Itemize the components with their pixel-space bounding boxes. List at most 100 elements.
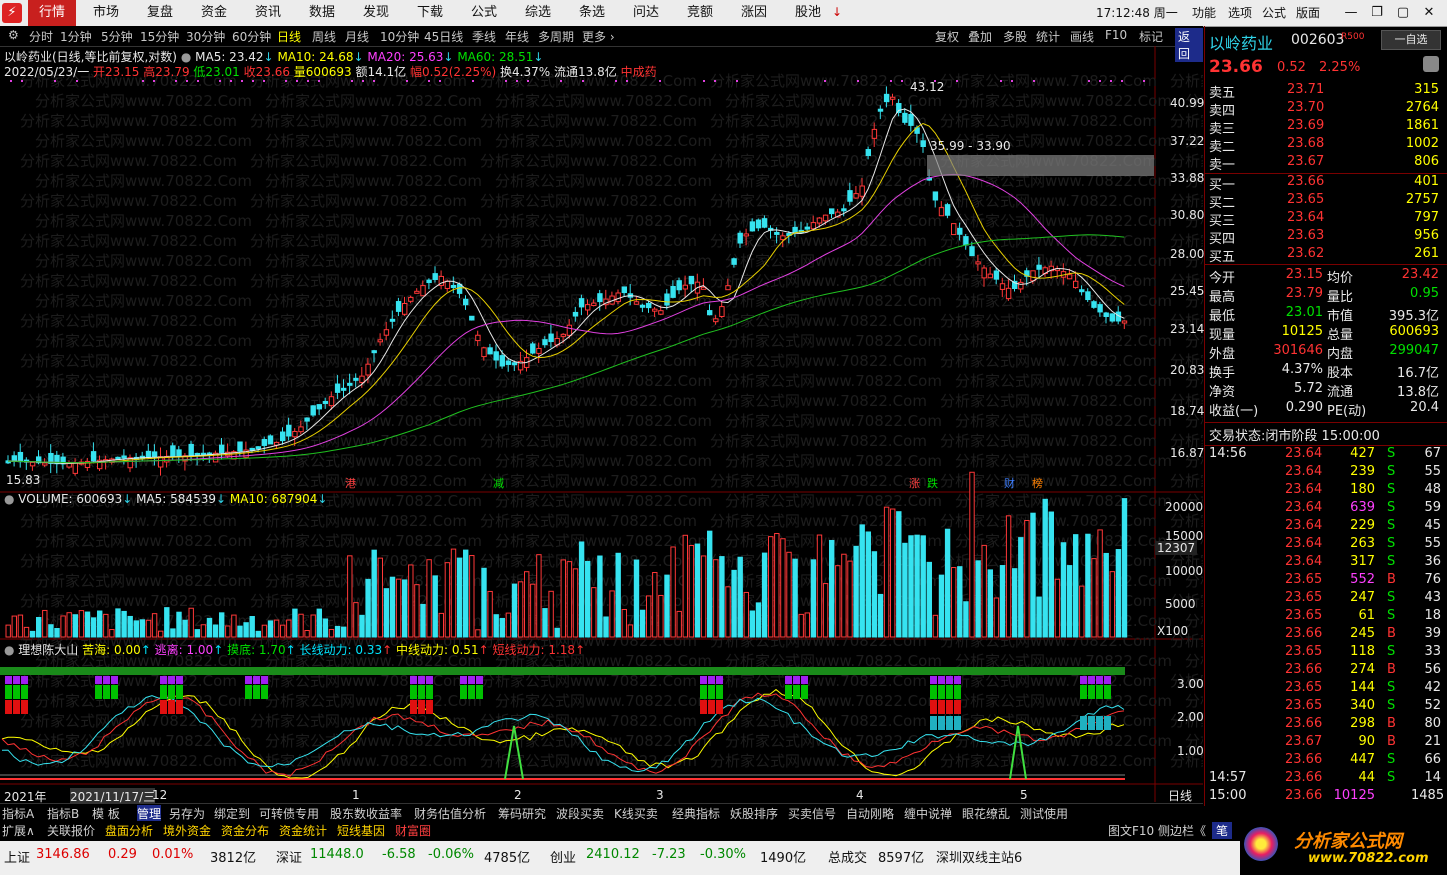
period-11[interactable]: 季线 <box>472 28 496 45</box>
chart-tool-3[interactable]: 统计 <box>1036 28 1060 45</box>
maximize-icon[interactable]: ▢ <box>1392 3 1414 23</box>
menu-item-3[interactable]: 资金 <box>190 0 238 26</box>
extension-tab-2[interactable]: 盘面分析 <box>105 822 153 839</box>
indicator-tab-18[interactable]: 测试使用 <box>1020 805 1068 822</box>
indicator-tab-1[interactable]: 指标B <box>47 805 79 822</box>
chart-canvas[interactable]: 分析家公式网www.70822.Com 分析家公式网www.70822.Com 分析… <box>0 46 1203 802</box>
period-10[interactable]: 45日线 <box>424 28 463 45</box>
menu-item-2[interactable]: 复盘 <box>136 0 184 26</box>
watchlist-button[interactable]: 一自选 <box>1381 30 1441 50</box>
server-name[interactable]: 深圳双线主站6 <box>936 847 1022 866</box>
indicator-tab-11[interactable]: K线买卖 <box>614 805 658 822</box>
period-5[interactable]: 60分钟 <box>232 28 271 45</box>
right-menu-item-2[interactable]: 公式 <box>1262 0 1286 26</box>
period-13[interactable]: 多周期 <box>538 28 574 45</box>
period-8[interactable]: 月线 <box>345 28 369 45</box>
ask-price[interactable]: 23.69 <box>1287 118 1324 133</box>
restore-icon[interactable]: ❐ <box>1366 3 1388 23</box>
menu-item-8[interactable]: 公式 <box>460 0 508 26</box>
right-menu-item-1[interactable]: 选项 <box>1228 0 1252 26</box>
period-14[interactable]: 更多 › <box>582 28 615 45</box>
bid-price[interactable]: 23.62 <box>1287 246 1324 261</box>
period-9[interactable]: 10分钟 <box>380 28 419 45</box>
lock-icon[interactable] <box>1423 56 1439 72</box>
right-menu-item-3[interactable]: 版面 <box>1296 0 1320 26</box>
menu-item-7[interactable]: 下载 <box>406 0 454 26</box>
indicator-tab-10[interactable]: 波段买卖 <box>556 805 604 822</box>
menu-item-13[interactable]: 涨因 <box>730 0 778 26</box>
app-logo-icon[interactable]: ⚡ <box>2 3 22 23</box>
period-7[interactable]: 周线 <box>312 28 336 45</box>
menu-item-1[interactable]: 市场 <box>82 0 130 26</box>
menu-item-10[interactable]: 条选 <box>568 0 616 26</box>
chart-tool-0[interactable]: 复权 <box>935 28 959 45</box>
period-6[interactable]: 日线 <box>277 28 301 45</box>
period-3[interactable]: 15分钟 <box>140 28 179 45</box>
period-2[interactable]: 5分钟 <box>101 28 133 45</box>
extension-tab-3[interactable]: 境外资金 <box>163 822 211 839</box>
period-4[interactable]: 30分钟 <box>186 28 225 45</box>
indicator-tab-15[interactable]: 自动刚略 <box>846 805 894 822</box>
indicator-tab-14[interactable]: 买卖信号 <box>788 805 836 822</box>
bid-price[interactable]: 23.64 <box>1287 210 1324 225</box>
ask-price[interactable]: 23.70 <box>1287 100 1324 115</box>
ask-price[interactable]: 23.68 <box>1287 136 1324 151</box>
chart-tool-4[interactable]: 画线 <box>1070 28 1094 45</box>
chart-area[interactable]: 分析家公式网www.70822.Com 分析家公式网www.70822.Com 分析… <box>0 46 1204 805</box>
extension-tab-7[interactable]: 财富圈 <box>395 822 431 839</box>
indicator-tab-13[interactable]: 妖股排序 <box>730 805 778 822</box>
extension-tab-4[interactable]: 资金分布 <box>221 822 269 839</box>
right-menu-item-0[interactable]: 功能 <box>1192 0 1216 26</box>
period-0[interactable]: 分时 <box>29 28 53 45</box>
settings-dot-icon[interactable]: ● <box>4 643 18 657</box>
sidebar-toggle[interactable]: 图文F10 侧边栏《 <box>1108 822 1206 839</box>
event-marker[interactable]: 涨 <box>909 475 920 491</box>
period-12[interactable]: 年线 <box>505 28 529 45</box>
bar-concept[interactable]: 中成药 <box>621 65 657 79</box>
dropdown-arrow-icon[interactable]: ↓ <box>832 5 842 19</box>
ask-price[interactable]: 23.67 <box>1287 154 1324 169</box>
menu-item-0[interactable]: 行情 <box>28 0 76 26</box>
indicator-tab-7[interactable]: 股东数收益率 <box>330 805 402 822</box>
menu-item-12[interactable]: 竞额 <box>676 0 724 26</box>
chart-settings-icon[interactable]: ⚙ <box>8 28 19 42</box>
indicator-tab-12[interactable]: 经典指标 <box>672 805 720 822</box>
indicator-tab-0[interactable]: 指标A <box>2 805 34 822</box>
event-marker[interactable]: 减 <box>493 475 504 491</box>
period-1[interactable]: 1分钟 <box>60 28 92 45</box>
chart-tool-5[interactable]: F10 <box>1105 28 1127 42</box>
indicator-tab-9[interactable]: 筹码研究 <box>498 805 546 822</box>
indicator-tab-6[interactable]: 可转债专用 <box>259 805 319 822</box>
settings-dot-icon[interactable]: ● <box>4 492 18 506</box>
menu-item-4[interactable]: 资讯 <box>244 0 292 26</box>
indicator-tab-16[interactable]: 缠中说禅 <box>904 805 952 822</box>
event-marker[interactable]: 榜 <box>1032 475 1043 491</box>
indicator-tab-3[interactable]: 管理 <box>137 805 162 822</box>
extension-tab-6[interactable]: 短线基因 <box>337 822 385 839</box>
pen-button[interactable]: 笔 <box>1212 822 1233 839</box>
event-marker[interactable]: 财 <box>1004 475 1015 491</box>
close-icon[interactable]: ✕ <box>1418 3 1440 23</box>
menu-item-9[interactable]: 综选 <box>514 0 562 26</box>
indicator-tab-4[interactable]: 另存为 <box>169 805 205 822</box>
extension-tab-5[interactable]: 资金统计 <box>279 822 327 839</box>
indicator-tab-17[interactable]: 眼花缭乱 <box>962 805 1010 822</box>
ask-price[interactable]: 23.71 <box>1287 82 1324 97</box>
indicator-tab-8[interactable]: 财务估值分析 <box>414 805 486 822</box>
bid-price[interactable]: 23.66 <box>1287 174 1324 189</box>
event-marker[interactable]: 跌 <box>927 475 938 491</box>
menu-item-6[interactable]: 发现 <box>352 0 400 26</box>
event-marker[interactable]: 港 <box>345 475 356 491</box>
menu-item-11[interactable]: 问达 <box>622 0 670 26</box>
minimize-icon[interactable]: — <box>1340 3 1362 23</box>
bid-price[interactable]: 23.63 <box>1287 228 1324 243</box>
chart-tool-1[interactable]: 叠加 <box>968 28 992 45</box>
indicator-tab-2[interactable]: 模 板 <box>92 805 120 822</box>
chart-tool-2[interactable]: 多股 <box>1003 28 1027 45</box>
menu-item-5[interactable]: 数据 <box>298 0 346 26</box>
extension-tab-0[interactable]: 扩展∧ <box>2 822 35 839</box>
extension-tab-1[interactable]: 关联报价 <box>47 822 95 839</box>
indicator-tab-5[interactable]: 绑定到 <box>214 805 250 822</box>
chart-tool-6[interactable]: 标记 <box>1139 28 1163 45</box>
settings-dot-icon[interactable]: ● <box>181 50 195 64</box>
